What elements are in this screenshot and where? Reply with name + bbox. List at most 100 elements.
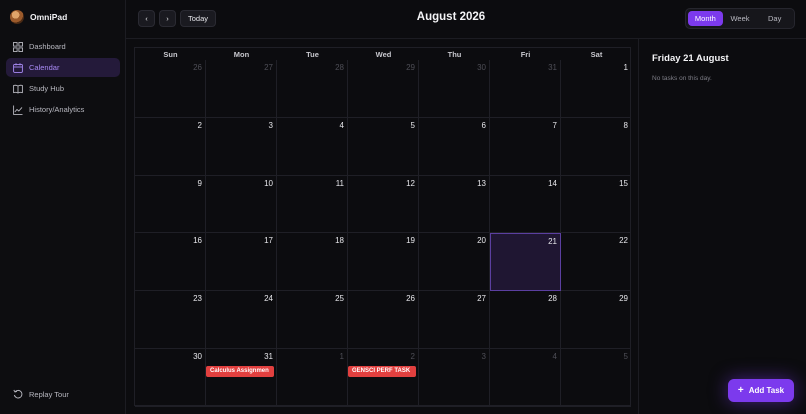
- calendar-day-cell[interactable]: 17: [206, 233, 277, 292]
- calendar-day-cell[interactable]: 2 GENSCI PERF TASK: [348, 349, 419, 407]
- sidebar-item-history-analytics[interactable]: History/Analytics: [6, 100, 120, 119]
- day-number: 28: [548, 294, 557, 304]
- calendar-day-cell[interactable]: 14: [490, 175, 561, 234]
- day-number: 9: [197, 178, 202, 188]
- calendar-day-cell[interactable]: 31: [490, 60, 561, 118]
- day-number: 25: [335, 294, 344, 304]
- day-number: 2: [410, 352, 415, 361]
- calendar-day-cell[interactable]: 28: [277, 60, 348, 118]
- calendar-day-cell[interactable]: 3: [419, 349, 490, 407]
- day-number: 18: [335, 236, 344, 246]
- calendar-day-cell[interactable]: 19: [348, 233, 419, 292]
- calendar-day-cell[interactable]: 20: [419, 233, 490, 292]
- calendar-day-cell[interactable]: 12: [348, 175, 419, 234]
- calendar-day-cell[interactable]: 8: [561, 118, 631, 176]
- dashboard-icon: [13, 41, 23, 52]
- add-task-button[interactable]: + Add Task: [728, 379, 794, 402]
- add-task-label: Add Task: [748, 386, 785, 395]
- day-number: 31: [264, 352, 273, 361]
- next-month-button[interactable]: ›: [159, 10, 176, 27]
- calendar-day-cell[interactable]: 18: [277, 233, 348, 292]
- replay-icon: [13, 389, 23, 399]
- calendar-day-cell[interactable]: 26: [348, 291, 419, 349]
- sidebar-item-dashboard[interactable]: Dashboard: [6, 37, 120, 56]
- view-week-button[interactable]: Week: [723, 11, 758, 26]
- calendar-grid: Sun Mon Tue Wed Thu Fri Sat 26 27 28 29 30 31 1 2 3 4 5 6 7…: [134, 47, 631, 407]
- day-number: 20: [477, 236, 486, 246]
- day-number: 8: [623, 120, 628, 130]
- today-button[interactable]: Today: [180, 10, 216, 27]
- chevron-right-icon: ›: [166, 14, 169, 23]
- empty-tasks-text: No tasks on this day.: [652, 75, 712, 82]
- calendar-day-cell[interactable]: 13: [419, 175, 490, 234]
- calendar-day-cell[interactable]: 6: [419, 117, 490, 176]
- calendar-day-cell[interactable]: 2: [135, 117, 206, 176]
- sidebar-item-label: History/Analytics: [29, 105, 85, 114]
- calendar-day-cell[interactable]: 5: [561, 349, 631, 407]
- calendar-day-cell[interactable]: 23: [135, 291, 206, 349]
- calendar-day-cell[interactable]: 1: [277, 349, 348, 407]
- day-number: 4: [552, 352, 557, 361]
- view-month-button[interactable]: Month: [688, 11, 723, 26]
- day-number: 12: [406, 178, 415, 188]
- chevron-left-icon: ‹: [145, 14, 148, 23]
- day-number: 28: [335, 63, 344, 72]
- calendar-day-cell[interactable]: 27: [206, 60, 277, 118]
- calendar-day-cell[interactable]: 7: [490, 117, 561, 176]
- day-number: 29: [406, 63, 415, 72]
- calendar-day-cell[interactable]: 16: [135, 233, 206, 292]
- sidebar-item-calendar[interactable]: Calendar: [6, 58, 120, 77]
- calendar-day-cell[interactable]: 15: [561, 176, 631, 234]
- calendar-day-cell[interactable]: 24: [206, 291, 277, 349]
- day-number: 7: [552, 120, 557, 130]
- calendar-day-cell[interactable]: 4: [490, 349, 561, 407]
- calendar-day-cell[interactable]: 5: [348, 117, 419, 176]
- calendar-day-cell[interactable]: 10: [206, 175, 277, 234]
- day-number: 2: [197, 120, 202, 130]
- selected-day-title: Friday 21 August: [652, 53, 729, 64]
- day-number: 21: [548, 237, 557, 247]
- task-chip[interactable]: Calculus Assignmen: [206, 366, 274, 377]
- sidebar-item-label: Dashboard: [29, 42, 66, 51]
- calendar-day-cell[interactable]: 1: [561, 60, 631, 118]
- day-number: 11: [335, 178, 344, 188]
- calendar-day-cell[interactable]: 29: [561, 291, 631, 349]
- calendar-day-cell[interactable]: 21: [490, 233, 561, 292]
- calendar-day-cell[interactable]: 9: [135, 175, 206, 234]
- day-number: 30: [193, 352, 202, 361]
- day-number: 5: [623, 352, 628, 361]
- day-number: 4: [339, 120, 344, 130]
- day-number: 24: [264, 294, 273, 304]
- day-number: 3: [268, 120, 273, 130]
- day-number: 23: [193, 294, 202, 304]
- prev-month-button[interactable]: ‹: [138, 10, 155, 27]
- calendar-day-cell[interactable]: 25: [277, 291, 348, 349]
- day-number: 26: [406, 294, 415, 304]
- day-number: 29: [619, 294, 628, 304]
- calendar-day-cell[interactable]: 22: [561, 233, 631, 292]
- replay-tour-button[interactable]: Replay Tour: [13, 389, 69, 399]
- calendar-day-cell[interactable]: 29: [348, 60, 419, 118]
- sidebar: OmniPad Dashboard Calendar Study Hub His…: [0, 0, 126, 414]
- day-number: 17: [264, 236, 273, 246]
- day-number: 27: [477, 294, 486, 304]
- calendar-day-cell[interactable]: 26: [135, 60, 206, 118]
- calendar-day-cell[interactable]: 11: [277, 175, 348, 234]
- calendar-day-cell[interactable]: 27: [419, 291, 490, 349]
- calendar-day-cell[interactable]: 3: [206, 117, 277, 176]
- calendar-day-cell[interactable]: 4: [277, 117, 348, 176]
- day-number: 26: [193, 63, 202, 72]
- sidebar-item-study-hub[interactable]: Study Hub: [6, 79, 120, 98]
- view-day-button[interactable]: Day: [757, 11, 792, 26]
- calendar-day-cell[interactable]: 30: [135, 349, 206, 407]
- calendar-day-cell[interactable]: 28: [490, 291, 561, 349]
- calendar-day-cell[interactable]: 31 Calculus Assignmen: [206, 349, 277, 407]
- book-icon: [13, 84, 23, 94]
- task-chip[interactable]: GENSCI PERF TASK: [348, 366, 416, 377]
- sidebar-item-label: Study Hub: [29, 84, 65, 93]
- day-number: 22: [619, 236, 628, 246]
- day-number: 13: [477, 178, 486, 188]
- app-name: OmniPad: [30, 12, 68, 22]
- brand[interactable]: OmniPad: [10, 9, 67, 25]
- calendar-day-cell[interactable]: 30: [419, 60, 490, 118]
